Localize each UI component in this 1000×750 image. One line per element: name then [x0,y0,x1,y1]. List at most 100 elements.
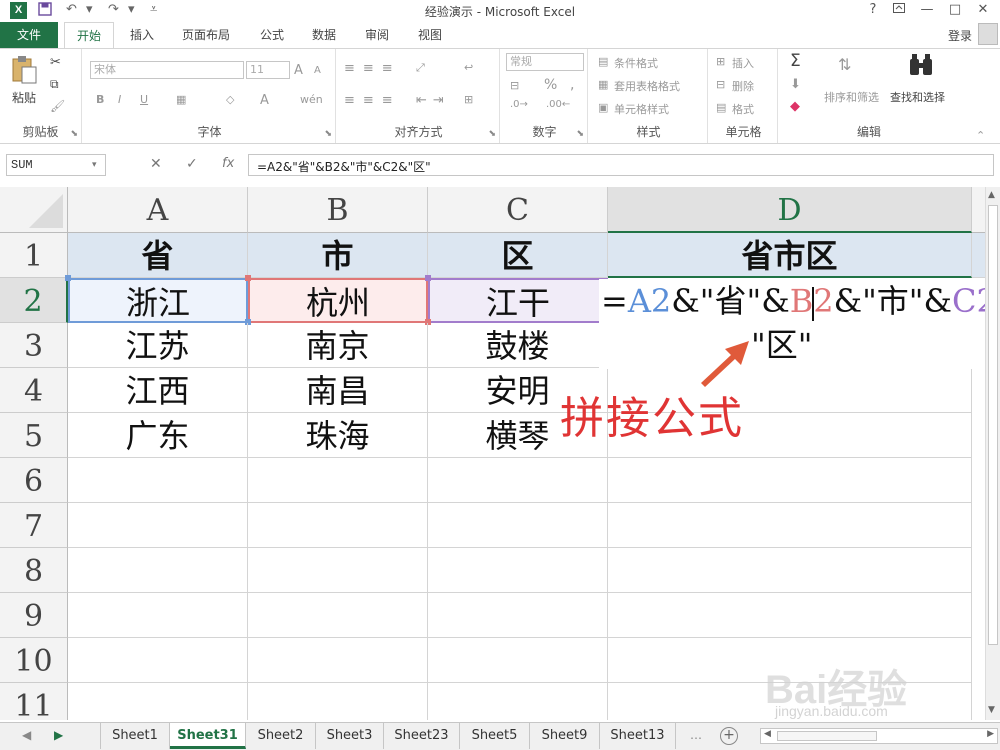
scroll-down-icon[interactable]: ▼ [988,705,995,715]
scroll-left-icon[interactable]: ◀ [764,729,771,739]
row-header-3[interactable]: 3 [0,323,68,368]
more-sheets-icon[interactable]: … [690,728,702,742]
cancel-formula-button[interactable]: ✕ [150,156,162,172]
percent-button[interactable]: % [544,77,557,93]
cell-a1[interactable]: 省 [68,233,248,278]
cell-a3[interactable]: 江苏 [68,323,248,368]
shrink-font-button[interactable]: A [314,65,321,76]
delete-cells-icon[interactable]: ⊟ [716,78,725,91]
copy-icon[interactable]: ⧉ [50,77,59,92]
bold-button[interactable]: B [96,93,104,106]
cell-c2[interactable]: 江干 [428,278,608,323]
italic-button[interactable]: I [118,93,121,106]
wrap-text-icon[interactable]: ↩ [464,61,473,74]
row-header-5[interactable]: 5 [0,413,68,458]
row-header-4[interactable]: 4 [0,368,68,413]
format-cells-icon[interactable]: ▤ [716,101,726,114]
sheet-tab-sheet9[interactable]: Sheet9 [530,723,600,749]
avatar[interactable] [978,23,998,45]
cut-icon[interactable]: ✂ [50,55,61,70]
cell-d2-editor[interactable]: =A2&"省"&B2&"市"&C2& "区" [599,279,985,369]
ref-c-handle[interactable] [425,275,431,281]
tab-formulas[interactable]: 公式 [250,22,294,48]
alignment-dialog-launcher-icon[interactable]: ⬊ [488,129,496,139]
borders-icon[interactable]: ▦ [176,93,186,106]
cell-a2[interactable]: 浙江 [68,278,248,323]
cell-b1[interactable]: 市 [248,233,428,278]
find-select-button[interactable]: 查找和选择 [890,89,945,105]
font-name-box[interactable]: 宋体 [90,61,244,79]
format-as-table-icon[interactable]: ▦ [598,78,608,91]
close-button[interactable]: ✕ [970,1,996,19]
collapse-ribbon-icon[interactable]: ⌃ [976,129,985,142]
indent-icons[interactable]: ⇤⇥ [416,93,450,108]
sheet-tab-sheet1[interactable]: Sheet1 [100,723,170,749]
row-header-7[interactable]: 7 [0,503,68,548]
paste-button[interactable]: 粘贴 [12,89,36,106]
vertical-scroll-thumb[interactable] [988,205,998,645]
column-header-e[interactable] [972,187,985,233]
row-header-8[interactable]: 8 [0,548,68,593]
insert-cells-button[interactable]: 插入 [732,55,754,71]
sheet-tab-sheet31[interactable]: Sheet31 [170,723,246,749]
cell-c1[interactable]: 区 [428,233,608,278]
font-color-button[interactable]: A [260,93,269,108]
horizontal-scrollbar[interactable]: ◀ ▶ [760,728,998,744]
font-size-box[interactable]: 11 [246,61,290,79]
vertical-align-icons[interactable]: ≡≡≡ [344,61,401,76]
binoculars-icon[interactable] [908,53,934,82]
horizontal-scroll-thumb[interactable] [777,731,877,741]
scroll-up-icon[interactable]: ▲ [988,190,995,200]
tab-home[interactable]: 开始 [64,22,114,49]
sheet-tab-sheet5[interactable]: Sheet5 [460,723,530,749]
number-dialog-launcher-icon[interactable]: ⬊ [576,129,584,139]
comma-button[interactable]: , [570,77,574,93]
row-header-9[interactable]: 9 [0,593,68,638]
cell-a4[interactable]: 江西 [68,368,248,413]
tab-file[interactable]: 文件 [0,22,58,48]
sort-filter-icon[interactable]: ⇅ [838,55,851,74]
login-link[interactable]: 登录 [948,27,972,44]
restore-button[interactable]: □ [942,1,968,19]
enter-formula-button[interactable]: ✓ [186,156,198,172]
sort-filter-button[interactable]: 排序和筛选 [824,89,879,105]
clipboard-dialog-launcher-icon[interactable]: ⬊ [70,129,78,139]
paste-icon[interactable] [10,55,38,89]
tab-page-layout[interactable]: 页面布局 [172,22,240,48]
phonetic-button[interactable]: wén [300,93,323,106]
row-header-11[interactable]: 11 [0,683,68,720]
cell-styles-icon[interactable]: ▣ [598,101,608,114]
select-all-button[interactable] [0,187,68,233]
tab-data[interactable]: 数据 [302,22,346,48]
sheet-tab-sheet3[interactable]: Sheet3 [316,723,384,749]
tab-review[interactable]: 审阅 [355,22,399,48]
format-painter-icon[interactable]: 🖌 [50,99,65,113]
ref-b-handle[interactable] [245,275,251,281]
font-dialog-launcher-icon[interactable]: ⬊ [324,129,332,139]
name-box-dropdown-icon[interactable]: ▾ [92,160,97,170]
format-cells-button[interactable]: 格式 [732,101,754,117]
vertical-scrollbar[interactable]: ▲ ▼ [985,187,1000,720]
tab-insert[interactable]: 插入 [120,22,164,48]
number-format-box[interactable]: 常规 [506,53,584,71]
cell-d1[interactable]: 省市区 [608,233,972,278]
increase-decimal-icon[interactable]: .0→ [510,99,528,110]
format-as-table-button[interactable]: 套用表格格式 [614,78,680,94]
grow-font-button[interactable]: A [294,63,303,78]
fill-icon[interactable]: ⬇ [790,77,801,92]
autosum-icon[interactable]: Σ [790,51,801,71]
insert-function-button[interactable]: fx [222,156,234,171]
ribbon-display-options-button[interactable] [886,1,912,19]
row-header-10[interactable]: 10 [0,638,68,683]
sheet-next-icon[interactable]: ▶ [54,728,63,742]
column-header-a[interactable]: A [68,187,248,233]
cell-a5[interactable]: 广东 [68,413,248,458]
insert-cells-icon[interactable]: ⊞ [716,55,725,68]
minimize-button[interactable]: — [914,1,940,19]
tab-view[interactable]: 视图 [408,22,452,48]
conditional-formatting-button[interactable]: 条件格式 [614,55,658,71]
add-sheet-button[interactable]: + [720,727,738,745]
scroll-right-icon[interactable]: ▶ [987,729,994,739]
accounting-format-icon[interactable]: ⊟ [510,79,519,92]
help-button[interactable]: ? [860,1,886,19]
